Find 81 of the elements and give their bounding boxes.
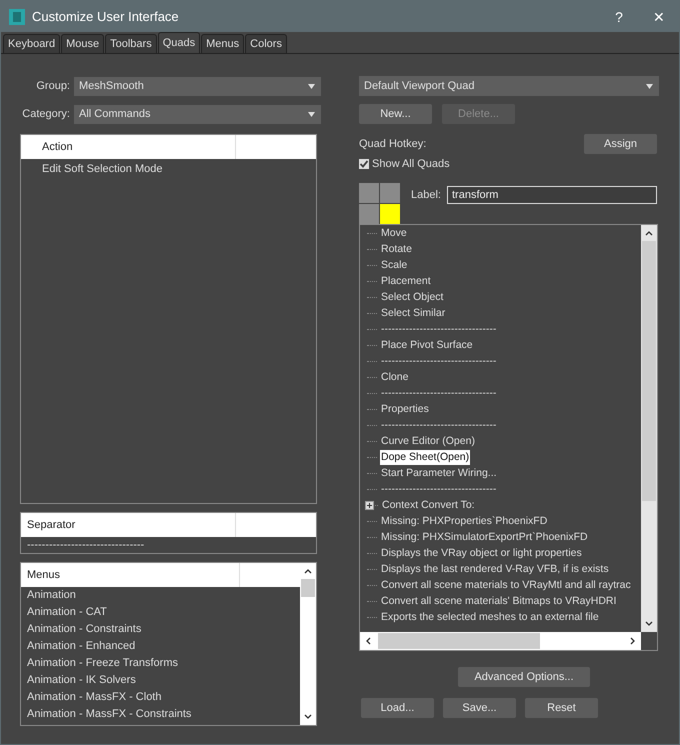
quad-selector[interactable] [380,183,400,203]
menu-item[interactable]: Animation - CAT [21,604,300,621]
menu-item[interactable]: Animation - Enhanced [21,638,300,655]
scroll-right-icon[interactable] [629,636,637,646]
tree-item[interactable]: Clone [380,370,410,384]
help-button[interactable]: ? [599,2,639,32]
checkbox[interactable] [359,159,369,169]
label-field[interactable]: transform [446,186,657,204]
footer-button[interactable]: Reset [525,698,598,718]
tree-item[interactable]: Convert all scene materials to VRayMtl and all raytrac [380,578,632,592]
group-label: Group: [35,80,70,92]
close-button[interactable]: ✕ [639,2,679,32]
category-dropdown[interactable]: All Commands [74,104,321,124]
scrollbar[interactable] [360,632,641,650]
window-title: Customize User Interface [32,9,179,24]
quad-hotkey-label: Quad Hotkey: [359,138,426,150]
dropdown-caret-icon [646,84,653,88]
tree-item[interactable]: --------------------------------- [380,354,498,368]
scroll-up-icon[interactable] [303,567,313,575]
tree-item[interactable]: Missing: PHXProperties`PhoenixFD [380,514,548,528]
footer-button[interactable]: Save... [443,698,516,718]
tree-item[interactable]: Properties [380,402,430,416]
scrollbar[interactable] [641,225,657,632]
group-dropdown[interactable]: MeshSmooth [74,76,321,96]
tree-item[interactable]: Placement [380,274,432,288]
tree-item[interactable]: Exports the selected meshes to an external file [380,610,600,624]
tree-item[interactable]: Rotate [380,242,413,256]
menu-item[interactable]: Animation - Freeze Transforms [21,655,300,672]
scrollbar-thumb[interactable] [378,633,540,649]
tree-item[interactable]: Start Parameter Wiring... [380,466,498,480]
app-logo-icon [9,8,25,24]
tree-item[interactable]: Scale [380,258,408,272]
assign-button[interactable]: Assign [584,134,657,154]
menu-item[interactable]: Animation [21,587,300,604]
tree-item[interactable]: Missing: PHXSimulatorExportPrt`PhoenixFD [380,530,589,544]
tree-item[interactable]: --------------------------------- [380,322,498,336]
scroll-down-icon[interactable] [303,713,313,721]
scroll-down-icon[interactable] [644,620,654,628]
tab[interactable]: Mouse [61,34,104,53]
category-label: Category: [21,108,70,120]
tree-item[interactable]: --------------------------------- [380,482,498,496]
quad-set-dropdown[interactable]: Default Viewport Quad [359,76,659,96]
new-button[interactable]: New... [359,104,432,124]
tab[interactable]: Quads [158,32,200,53]
scroll-up-icon[interactable] [644,229,654,237]
tab[interactable]: Colors [245,34,287,53]
advanced-options-button[interactable]: Advanced Options... [458,667,590,687]
scrollbar-thumb[interactable] [301,579,315,597]
tree-item[interactable]: --------------------------------- [380,418,498,432]
tab[interactable]: Menus [201,34,244,53]
dropdown-caret-icon [308,84,315,88]
tab[interactable]: Toolbars [105,34,157,53]
tree-item[interactable]: Place Pivot Surface [380,338,474,352]
scrollbar-thumb[interactable] [642,241,656,501]
quad-selector[interactable] [359,204,379,224]
scrollbar[interactable] [300,563,316,725]
tree-item[interactable]: Dope Sheet(Open) [380,450,470,464]
tab[interactable]: Keyboard [3,34,60,53]
menu-item[interactable]: Animation - MassFX - Cloth [21,689,300,706]
footer-button[interactable]: Load... [361,698,434,718]
tree-group[interactable]: Context Convert To: [381,498,476,512]
separator-item[interactable]: -------------------------------- [21,537,316,554]
tree-item[interactable]: Convert all scene materials' Bitmaps to VRayHDRI [380,594,618,608]
scroll-left-icon[interactable] [364,636,372,646]
tree-item[interactable]: --------------------------------- [380,386,498,400]
action-item[interactable]: Edit Soft Selection Mode [21,159,316,176]
quad-selector[interactable] [359,183,379,203]
tree-item[interactable]: Curve Editor (Open) [380,434,476,448]
label-label: Label: [411,189,441,201]
tree-item[interactable]: Displays the VRay object or light properties [380,546,583,560]
menu-item[interactable]: Animation - IK Solvers [21,672,300,689]
menu-item[interactable]: Animation - Constraints [21,621,300,638]
tree-item[interactable]: Select Similar [380,306,446,320]
tree-item[interactable]: Select Object [380,290,444,304]
tree-item[interactable]: Displays the last rendered V-Ray VFB, if is exists [380,562,610,576]
menu-item[interactable]: Animation - MassFX - Constraints [21,706,300,723]
expand-icon[interactable] [365,500,374,510]
tree-item[interactable]: Move [380,226,408,240]
quad-selector[interactable] [380,204,400,224]
show-all-quads-label[interactable]: Show All Quads [372,158,450,170]
dropdown-caret-icon [308,112,315,116]
